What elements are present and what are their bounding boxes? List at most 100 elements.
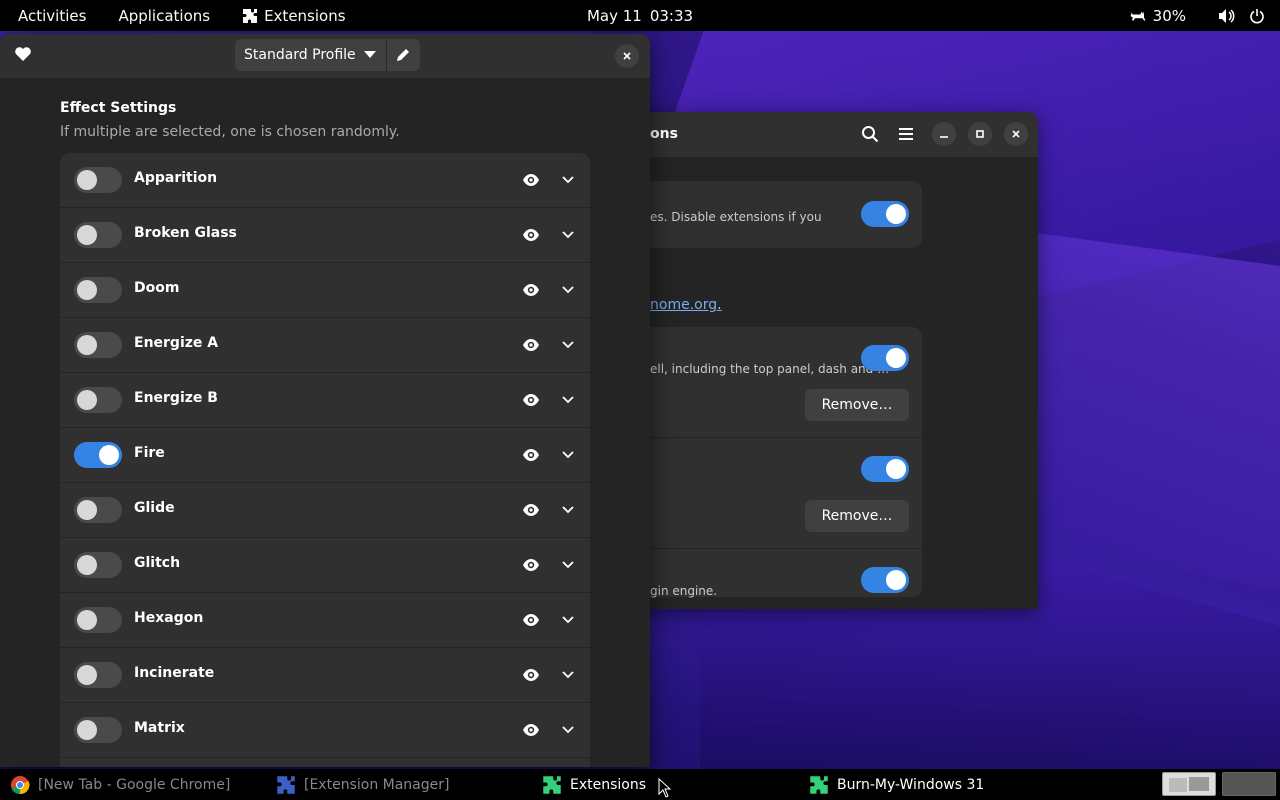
profile-selector: Standard Profile <box>235 39 420 71</box>
effect-name: Fire <box>134 445 165 461</box>
effect-row[interactable]: Apparition <box>60 153 590 208</box>
chevron-down-icon[interactable] <box>560 611 576 627</box>
maximize-icon[interactable] <box>968 122 992 146</box>
use-extensions-toggle[interactable] <box>861 201 909 227</box>
effect-toggle[interactable] <box>74 277 122 303</box>
minimize-icon[interactable] <box>932 122 956 146</box>
effect-toggle[interactable] <box>74 387 122 413</box>
taskbar-item-extension-manager[interactable]: [Extension Manager] <box>276 769 449 800</box>
effect-toggle[interactable] <box>74 332 122 358</box>
clock-date: May 11 <box>586 6 642 25</box>
effect-row-partial <box>60 758 590 767</box>
effect-settings-title: Effect Settings <box>60 100 177 116</box>
extensions-app-menu[interactable]: Extensions <box>226 0 361 31</box>
cat-battery-icon <box>1129 7 1147 25</box>
remove-label: Remove… <box>821 397 893 413</box>
effect-name: Hexagon <box>134 610 204 626</box>
system-tray[interactable]: 30% <box>1129 0 1266 31</box>
puzzle-icon <box>243 8 258 23</box>
eye-icon[interactable] <box>522 226 540 244</box>
effect-toggle[interactable] <box>74 607 122 633</box>
applications-menu[interactable]: Applications <box>102 0 226 31</box>
mouse-cursor-icon <box>658 778 672 798</box>
chevron-down-icon[interactable] <box>560 281 576 297</box>
window-list-taskbar: [New Tab - Google Chrome] [Extension Man… <box>0 769 1280 800</box>
extensions-menu-label: Extensions <box>264 6 346 25</box>
chevron-down-icon[interactable] <box>560 171 576 187</box>
effect-row[interactable]: Matrix <box>60 703 590 758</box>
effect-toggle[interactable] <box>74 442 122 468</box>
eye-icon[interactable] <box>522 336 540 354</box>
extension-toggle-2[interactable] <box>861 456 909 482</box>
chevron-down-icon[interactable] <box>560 666 576 682</box>
effect-toggle[interactable] <box>74 497 122 523</box>
remove-button-1[interactable]: Remove… <box>805 389 909 421</box>
workspace-2-thumbnail[interactable] <box>1222 772 1276 796</box>
effect-row[interactable]: Energize B <box>60 373 590 428</box>
effect-toggle[interactable] <box>74 167 122 193</box>
eye-icon[interactable] <box>522 281 540 299</box>
effect-row[interactable]: Energize A <box>60 318 590 373</box>
close-icon[interactable] <box>1004 122 1028 146</box>
chevron-down-icon[interactable] <box>560 446 576 462</box>
search-icon[interactable] <box>856 120 884 148</box>
taskbar-label: Extensions <box>570 776 647 793</box>
effect-name: Glide <box>134 500 175 516</box>
taskbar-item-burn-my-windows[interactable]: Burn-My-Windows 31 <box>809 769 984 800</box>
effect-toggle[interactable] <box>74 717 122 743</box>
heart-icon[interactable] <box>14 45 32 63</box>
eye-icon[interactable] <box>522 171 540 189</box>
remove-label: Remove… <box>821 508 893 524</box>
extensions-headerbar: ons <box>600 112 1038 157</box>
chevron-down-icon[interactable] <box>560 226 576 242</box>
workspace-1-thumbnail[interactable] <box>1162 772 1216 796</box>
profile-dropdown[interactable]: Standard Profile <box>235 39 386 71</box>
clock[interactable]: May 11 03:33 <box>587 0 693 31</box>
eye-icon[interactable] <box>522 501 540 519</box>
effect-row[interactable]: Glide <box>60 483 590 538</box>
pencil-icon <box>397 49 410 61</box>
hamburger-menu-icon[interactable] <box>892 120 920 148</box>
puzzle-icon <box>543 775 561 794</box>
burn-my-windows-preferences-window[interactable]: Standard Profile Effect Settings If mult… <box>0 34 650 767</box>
eye-icon[interactable] <box>522 666 540 684</box>
effect-row[interactable]: Glitch <box>60 538 590 593</box>
chevron-down-icon[interactable] <box>560 721 576 737</box>
effect-toggle[interactable] <box>74 222 122 248</box>
eye-icon[interactable] <box>522 556 540 574</box>
effect-toggle[interactable] <box>74 552 122 578</box>
activities-button[interactable]: Activities <box>0 0 102 31</box>
chevron-down-icon[interactable] <box>560 391 576 407</box>
extension-toggle-3[interactable] <box>861 567 909 593</box>
effect-row[interactable]: Doom <box>60 263 590 318</box>
eye-icon[interactable] <box>522 721 540 739</box>
close-icon[interactable] <box>615 44 639 68</box>
eye-icon[interactable] <box>522 446 540 464</box>
window-title: ons <box>650 126 678 142</box>
chevron-down-icon[interactable] <box>560 501 576 517</box>
effect-name: Doom <box>134 280 180 296</box>
effect-row[interactable]: Fire <box>60 428 590 483</box>
battery-percent: 30% <box>1152 6 1186 25</box>
taskbar-item-chrome[interactable]: [New Tab - Google Chrome] <box>10 769 230 800</box>
effect-toggle[interactable] <box>74 662 122 688</box>
eye-icon[interactable] <box>522 391 540 409</box>
eye-icon[interactable] <box>522 611 540 629</box>
chevron-down-icon[interactable] <box>560 336 576 352</box>
effect-row[interactable]: Incinerate <box>60 648 590 703</box>
effect-row[interactable]: Hexagon <box>60 593 590 648</box>
puzzle-icon <box>810 775 828 794</box>
chevron-down-icon[interactable] <box>560 556 576 572</box>
extensions-window[interactable]: ons es. Disable extensions if you nome.o… <box>600 112 1038 609</box>
remove-button-2[interactable]: Remove… <box>805 500 909 532</box>
extension-toggle-1[interactable] <box>861 345 909 371</box>
dropdown-arrow-icon <box>363 51 376 58</box>
preferences-headerbar: Standard Profile <box>0 34 650 78</box>
edit-profile-button[interactable] <box>385 39 420 71</box>
taskbar-item-extensions[interactable]: Extensions <box>542 769 646 800</box>
top-bar: Activities Applications Extensions May 1… <box>0 0 1280 31</box>
effect-name: Incinerate <box>134 665 215 681</box>
effect-row[interactable]: Broken Glass <box>60 208 590 263</box>
extensions-website-link[interactable]: nome.org. <box>650 297 722 313</box>
activities-label: Activities <box>18 6 87 25</box>
